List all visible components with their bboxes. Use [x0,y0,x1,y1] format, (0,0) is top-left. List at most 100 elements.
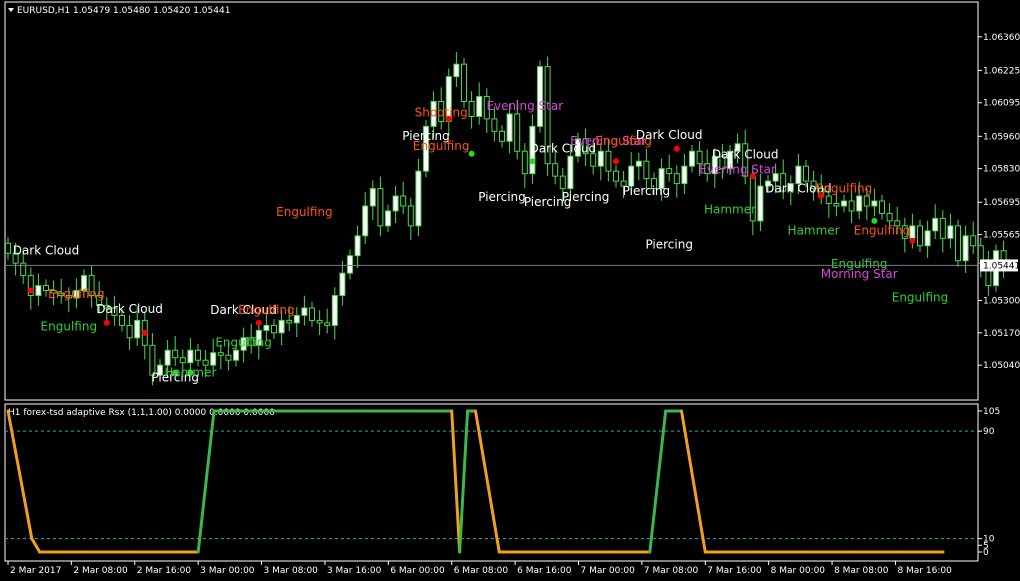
candle-body [210,352,217,366]
bullish-marker [529,158,536,165]
pattern-label: Engulfing [816,181,873,195]
candle-body [939,217,946,239]
candle-body [909,225,916,239]
candle-body [559,175,566,190]
candle-body [833,202,840,207]
candle-body [225,354,232,361]
osc-tick-label: 105 [983,407,1000,417]
candle-body [354,235,361,257]
candle-body [385,210,391,227]
candle-body [461,63,467,102]
bearish-marker [103,319,110,326]
price-tick-label: 1.05960 [983,132,1020,142]
candle-body [962,235,969,262]
candle-body [263,324,270,331]
time-tick-label: 3 Mar 16:00 [327,566,382,576]
price-tick-label: 1.05830 [983,165,1020,175]
time-tick-label: 7 Mar 00:00 [581,566,636,576]
pattern-label: Evening Star [486,99,563,113]
candle-body [499,130,505,142]
price-tick-label: 1.06095 [983,99,1020,109]
pattern-label: Engulfing [215,336,272,350]
candle-body [369,188,376,207]
candle-body [863,195,870,207]
candle-body [635,160,642,167]
candle-body [179,357,186,364]
candle-body [316,319,323,324]
candle-body [491,118,498,132]
pattern-label: Evening Star [699,163,776,177]
candle-body [689,150,695,167]
candle-body [35,285,42,297]
current-price-label: 1.05441 [980,259,1020,272]
pattern-label: Engulfing [854,224,911,238]
pattern-label: Piercing [562,190,610,204]
time-tick-label: 8 Mar 00:00 [771,566,826,576]
time-tick-label: 6 Mar 16:00 [517,566,572,576]
osc-tick-label: 90 [983,427,995,437]
price-tick-label: 1.05300 [983,297,1020,307]
candle-body [339,272,346,297]
time-tick-label: 6 Mar 08:00 [454,566,509,576]
candle-body [309,307,315,321]
candle-body [567,155,574,190]
price-tick-label: 1.05170 [983,329,1020,339]
candle-body [293,314,300,324]
pattern-label: Engulfing [41,319,98,333]
candle-body [506,113,513,142]
price-tick-label: 1.05040 [983,361,1020,371]
bullish-marker [468,150,475,157]
osc-tick-label: 0 [983,548,989,558]
candle-body [856,195,863,212]
mt4-chart-window: Dark Cloud Engulfing Engulfing Dark Cloud Pi… [0,0,1020,581]
time-tick-label: 7 Mar 16:00 [707,566,762,576]
candle-body [415,170,422,227]
candle-body [848,200,855,212]
candle-body [301,307,308,316]
pattern-label: Engulfing [238,303,295,317]
bearish-marker [673,145,680,152]
pattern-label: Morning Star [821,267,898,281]
candle-body [476,96,483,117]
candle-body [331,295,338,326]
candle-body [924,230,931,247]
candle-body [673,173,680,185]
pattern-label: Hammer [704,202,756,216]
price-tick-label: 1.06225 [983,66,1020,76]
time-tick-label: 7 Mar 08:00 [644,566,699,576]
candle-body [278,319,285,334]
candle-body [5,242,11,254]
candle-body [955,225,961,262]
candle-body [407,205,414,227]
candle-body [400,195,407,207]
pattern-label: Piercing [645,237,693,251]
candle-body [187,349,194,364]
symbol-info: EURUSD,H1 1.05479 1.05480 1.05420 1.0544… [17,6,230,16]
time-tick-label: 8 Mar 08:00 [834,566,889,576]
time-tick-label: 2 Mar 16:00 [137,566,192,576]
time-tick-label: 3 Mar 00:00 [200,566,255,576]
candle-body [195,349,201,361]
candle-body [453,63,460,78]
pattern-label: Dark Cloud [636,128,703,142]
pattern-label: Dark Cloud [13,243,80,257]
candle-body [521,150,528,175]
candle-body [271,324,277,334]
candle-body [681,165,688,185]
candle-body [613,170,619,182]
pattern-label: Shooting [415,105,468,119]
candle-body [377,188,384,227]
current-price-text: 1.05441 [983,261,1020,271]
time-tick-label: 3 Mar 08:00 [264,566,319,576]
pattern-label: Engulfing [276,205,333,219]
price-tick-label: 1.05695 [983,198,1020,208]
candle-body [886,212,893,222]
price-tick-label: 1.06360 [983,33,1020,43]
bearish-marker [613,158,619,165]
candle-body [217,352,224,356]
candle-body [757,185,764,222]
candle-body [970,235,977,247]
candle-body [324,322,331,326]
candle-body [468,101,475,117]
candle-body [362,205,369,237]
